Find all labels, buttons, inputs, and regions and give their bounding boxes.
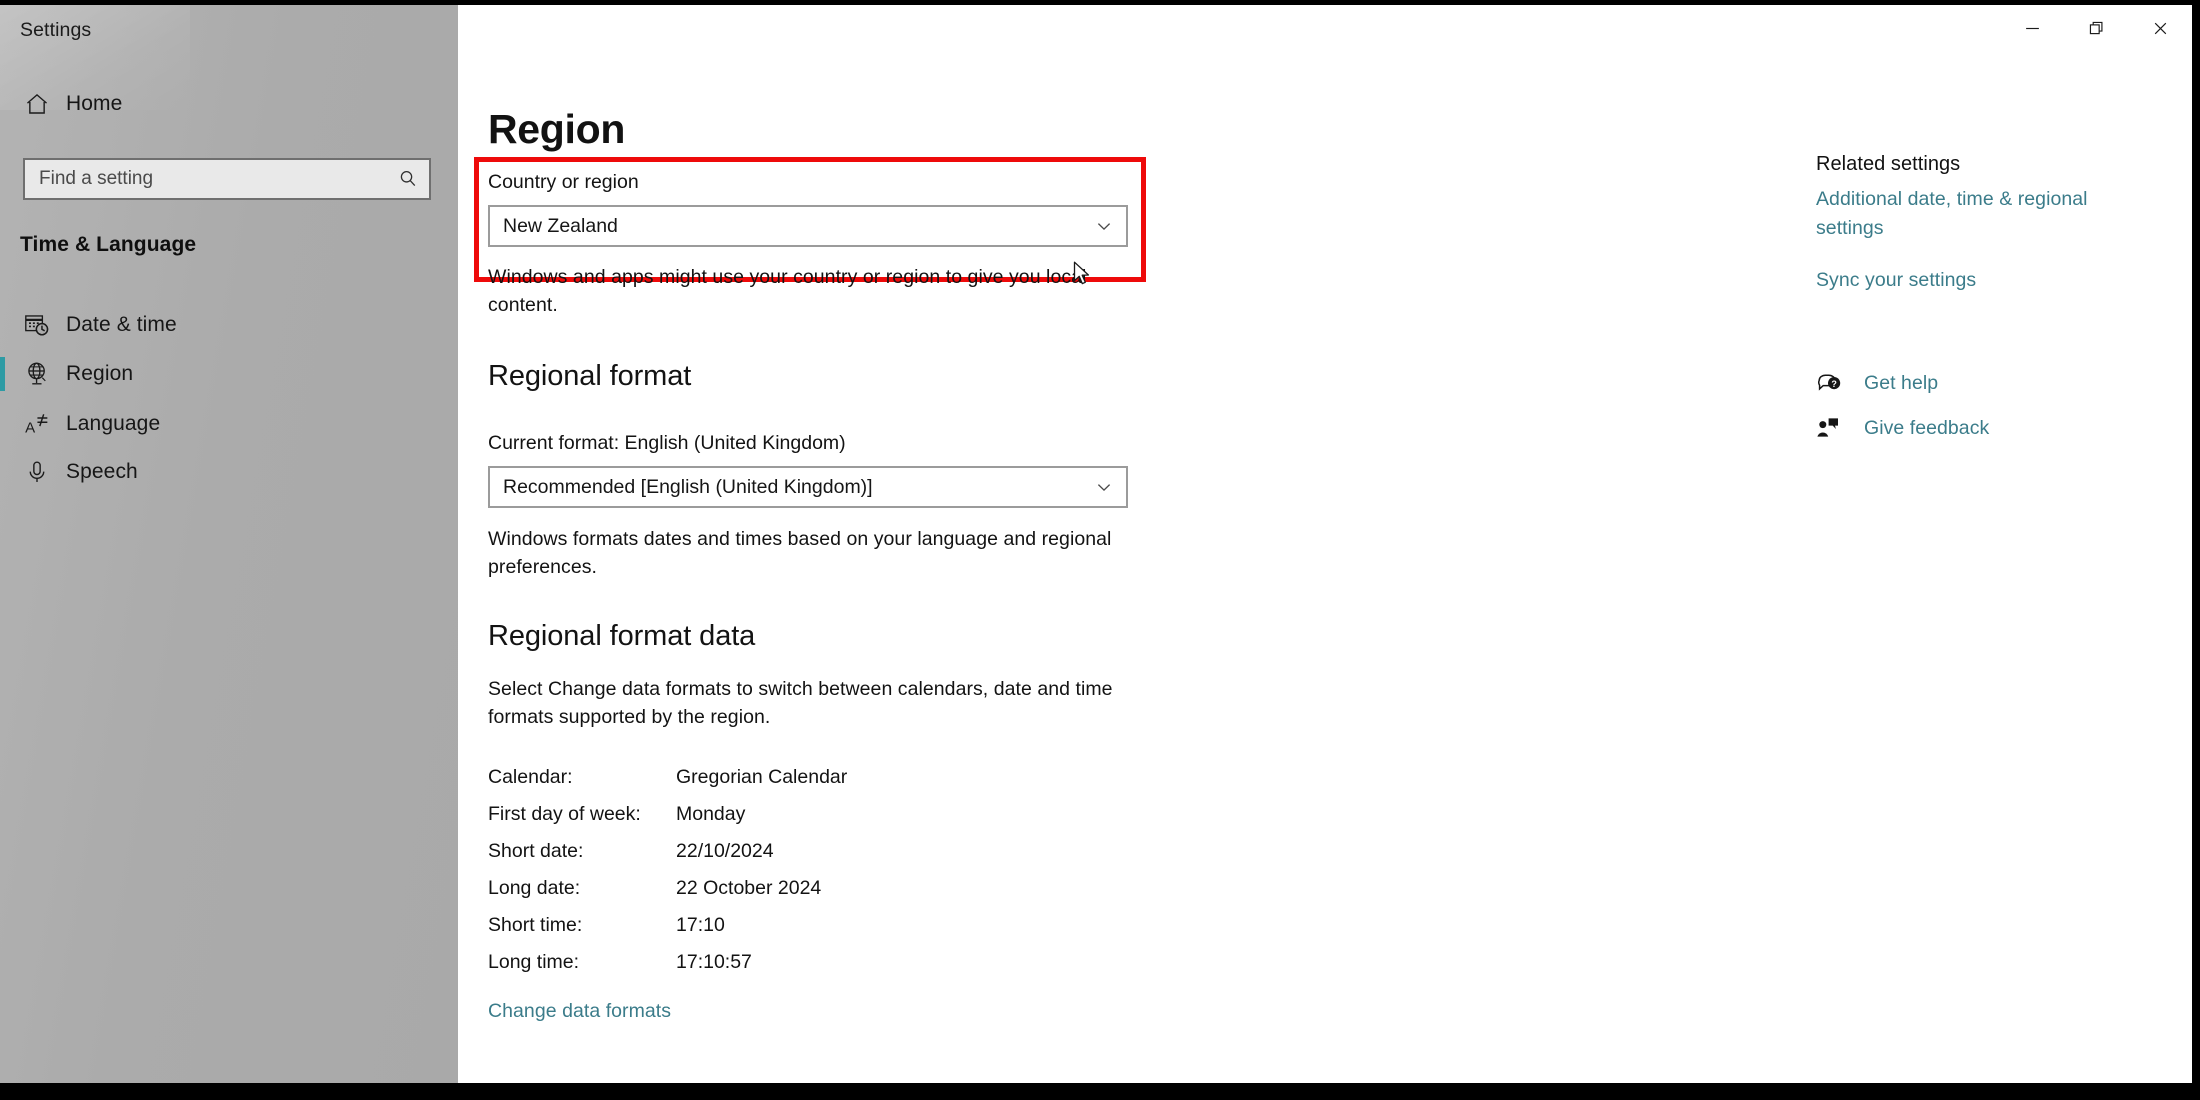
sidebar-item-region[interactable]: Region bbox=[0, 351, 458, 397]
row-value: Gregorian Calendar bbox=[676, 766, 848, 788]
window-title: Settings bbox=[20, 19, 92, 41]
close-button[interactable] bbox=[2128, 5, 2192, 51]
get-help-action[interactable]: ? Get help bbox=[1816, 368, 1938, 398]
settings-window: Settings Home Time & Language bbox=[0, 5, 2192, 1083]
restore-button[interactable] bbox=[2064, 5, 2128, 51]
help-bubble-icon: ? bbox=[1816, 368, 1850, 398]
row-key: Short time: bbox=[488, 914, 583, 936]
window-frame-bottom bbox=[0, 1083, 2200, 1100]
microphone-icon bbox=[20, 455, 54, 489]
row-value: 17:10 bbox=[676, 914, 725, 936]
home-icon bbox=[20, 87, 54, 121]
give-feedback-action[interactable]: Give feedback bbox=[1816, 413, 1989, 443]
regional-format-data-table: Calendar: Gregorian Calendar First day o… bbox=[488, 759, 1048, 981]
change-data-formats-link[interactable]: Change data formats bbox=[488, 1000, 671, 1023]
country-or-region-dropdown[interactable]: New Zealand bbox=[488, 205, 1128, 247]
row-key: Calendar: bbox=[488, 766, 573, 788]
minimize-button[interactable] bbox=[2000, 5, 2064, 51]
additional-date-time-regional-settings-link[interactable]: Additional date, time & regional setting… bbox=[1816, 185, 2106, 243]
regional-format-heading: Regional format bbox=[488, 360, 692, 392]
table-row: Long time: 17:10:57 bbox=[488, 944, 1048, 981]
get-help-label: Get help bbox=[1864, 371, 1939, 394]
give-feedback-label: Give feedback bbox=[1864, 416, 1990, 439]
related-settings-title: Related settings bbox=[1816, 153, 1961, 175]
chevron-down-icon bbox=[1082, 216, 1126, 236]
svg-text:?: ? bbox=[1831, 379, 1837, 389]
sidebar-item-home[interactable]: Home bbox=[0, 81, 458, 127]
svg-text:A: A bbox=[25, 420, 36, 437]
sidebar-item-date-time[interactable]: Date & time bbox=[0, 302, 458, 348]
row-key: First day of week: bbox=[488, 803, 641, 825]
current-format-text: Current format: English (United Kingdom) bbox=[488, 432, 846, 454]
main-content: Region Country or region New Zealand Win… bbox=[458, 5, 2192, 1083]
table-row: Calendar: Gregorian Calendar bbox=[488, 759, 1048, 796]
calendar-clock-icon bbox=[20, 308, 54, 342]
sidebar: Settings Home Time & Language bbox=[0, 5, 458, 1083]
sidebar-item-language[interactable]: A Language bbox=[0, 401, 458, 447]
row-value: 22 October 2024 bbox=[676, 877, 822, 899]
regional-format-dropdown[interactable]: Recommended [English (United Kingdom)] bbox=[488, 466, 1128, 508]
row-value: 17:10:57 bbox=[676, 951, 752, 973]
page-title: Region bbox=[488, 106, 626, 153]
sidebar-item-date-time-label: Date & time bbox=[66, 313, 177, 336]
country-or-region-label: Country or region bbox=[488, 171, 639, 193]
row-key: Short date: bbox=[488, 840, 584, 862]
search-input[interactable] bbox=[25, 168, 387, 190]
globe-icon bbox=[20, 357, 54, 391]
titlebar-controls bbox=[2000, 5, 2192, 51]
sidebar-item-speech-label: Speech bbox=[66, 460, 138, 483]
selected-indicator bbox=[0, 357, 5, 391]
chevron-down-icon bbox=[1082, 477, 1126, 497]
row-value: 22/10/2024 bbox=[676, 840, 774, 862]
regional-format-data-heading: Regional format data bbox=[488, 620, 756, 652]
search-box[interactable] bbox=[23, 158, 431, 200]
language-icon: A bbox=[20, 407, 54, 441]
country-or-region-value: New Zealand bbox=[503, 214, 618, 237]
regional-format-data-description: Select Change data formats to switch bet… bbox=[488, 678, 1113, 728]
window-frame-right bbox=[2192, 0, 2200, 1100]
search-icon[interactable] bbox=[387, 159, 429, 199]
sidebar-group-header: Time & Language bbox=[20, 233, 197, 256]
regional-format-description: Windows formats dates and times based on… bbox=[488, 528, 1112, 578]
table-row: Short time: 17:10 bbox=[488, 907, 1048, 944]
row-value: Monday bbox=[676, 803, 746, 825]
table-row: Long date: 22 October 2024 bbox=[488, 870, 1048, 907]
sidebar-item-home-label: Home bbox=[66, 92, 123, 115]
regional-format-value: Recommended [English (United Kingdom)] bbox=[503, 475, 873, 498]
sidebar-item-speech[interactable]: Speech bbox=[0, 449, 458, 495]
country-or-region-description: Windows and apps might use your country … bbox=[488, 266, 1087, 316]
feedback-person-icon bbox=[1816, 413, 1850, 443]
sidebar-item-region-label: Region bbox=[66, 362, 134, 385]
table-row: First day of week: Monday bbox=[488, 796, 1048, 833]
row-key: Long date: bbox=[488, 877, 581, 899]
sidebar-item-language-label: Language bbox=[66, 412, 161, 435]
table-row: Short date: 22/10/2024 bbox=[488, 833, 1048, 870]
sync-your-settings-link[interactable]: Sync your settings bbox=[1816, 269, 1976, 292]
row-key: Long time: bbox=[488, 951, 580, 973]
